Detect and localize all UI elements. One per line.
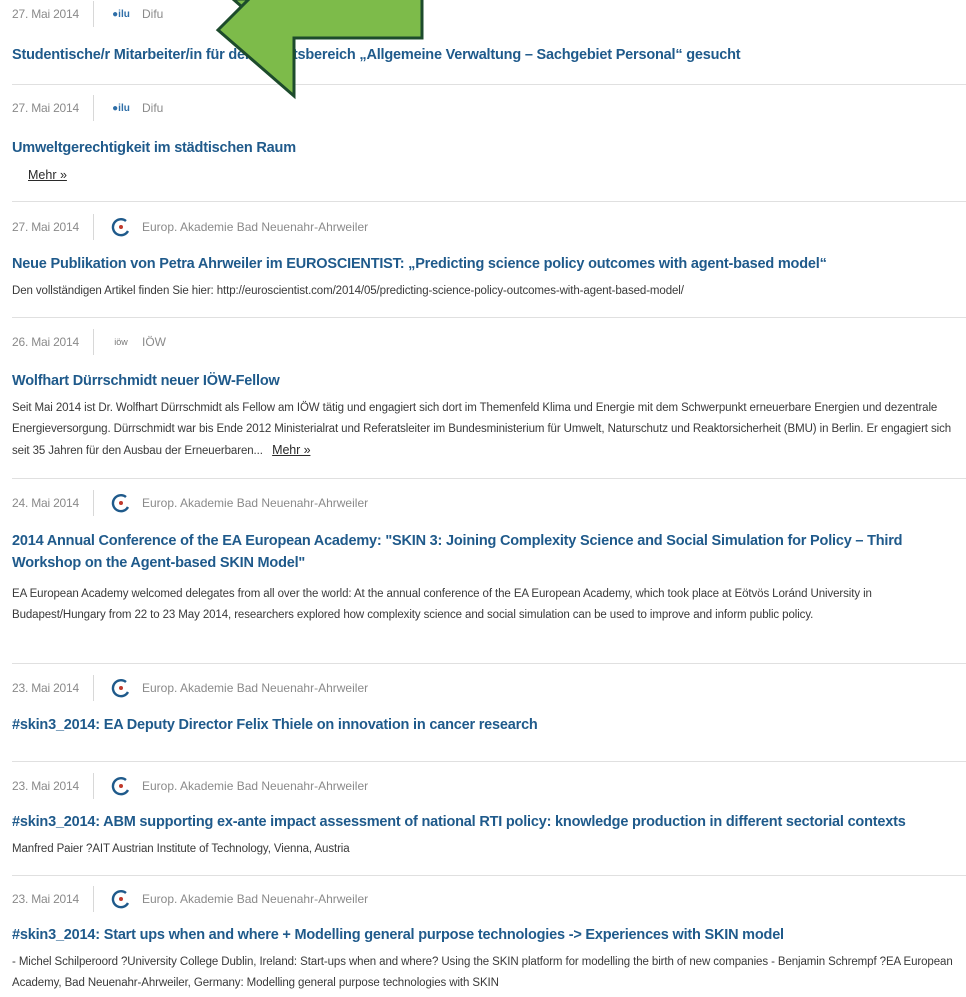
item-date: 26. Mai 2014 [12,335,79,349]
meta-divider [92,214,94,240]
item-title-link[interactable]: Umweltgerechtigkeit im städtischen Raum [12,140,296,156]
item-date: 27. Mai 2014 [12,7,79,21]
difu-logo-icon: ●ilu [112,8,130,20]
ea-logo-icon [110,217,132,237]
item-source: Europ. Akademie Bad Neuenahr-Ahrweiler [141,892,369,906]
item-source: Europ. Akademie Bad Neuenahr-Ahrweiler [141,220,369,234]
item-meta: 27. Mai 2014 Europ. Akademie Bad Neuenah… [12,213,368,241]
item-divider [12,84,966,85]
meta-divider [92,490,94,516]
meta-divider [92,886,94,912]
item-source: Europ. Akademie Bad Neuenahr-Ahrweiler [141,681,369,695]
item-date: 23. Mai 2014 [12,681,79,695]
ea-logo-icon [110,678,132,698]
item-title-link[interactable]: #skin3_2014: Start ups when and where + … [12,927,784,943]
item-divider [12,478,966,479]
item-title-link[interactable]: #skin3_2014: ABM supporting ex-ante impa… [12,814,906,830]
item-divider [12,875,966,876]
ea-logo-icon [110,889,132,909]
item-meta: 23. Mai 2014 Europ. Akademie Bad Neuenah… [12,674,368,702]
item-date: 27. Mai 2014 [12,220,79,234]
item-meta: 23. Mai 2014 Europ. Akademie Bad Neuenah… [12,772,368,800]
ioew-logo-icon: iöw [114,337,128,347]
item-description-text: Seit Mai 2014 ist Dr. Wolfhart Dürrschmi… [12,402,952,457]
item-source: Europ. Akademie Bad Neuenahr-Ahrweiler [141,496,369,510]
item-title-link[interactable]: #skin3_2014: EA Deputy Director Felix Th… [12,717,538,733]
item-date: 23. Mai 2014 [12,779,79,793]
more-link[interactable]: Mehr » [272,443,310,457]
item-title-link[interactable]: 2014 Annual Conference of the EA Europea… [12,530,952,574]
item-title-link[interactable]: Wolfhart Dürrschmidt neuer IÖW-Fellow [12,373,280,389]
ea-logo-icon [110,776,132,796]
item-date: 27. Mai 2014 [12,101,79,115]
item-description: Seit Mai 2014 ist Dr. Wolfhart Dürrschmi… [12,398,957,462]
item-divider [12,761,966,762]
item-divider [12,663,966,664]
difu-logo-icon: ●ilu [112,102,130,114]
item-meta: 26. Mai 2014 iöw IÖW [12,328,166,356]
item-source: Difu [141,101,164,115]
item-description: Den vollständigen Artikel finden Sie hie… [12,285,684,297]
item-date: 24. Mai 2014 [12,496,79,510]
ea-logo-icon [110,493,132,513]
item-source: Europ. Akademie Bad Neuenahr-Ahrweiler [141,779,369,793]
item-title-link[interactable]: Neue Publikation von Petra Ahrweiler im … [12,256,827,272]
item-date: 23. Mai 2014 [12,892,79,906]
item-source: Difu [141,7,164,21]
item-divider [12,201,966,202]
meta-divider [92,773,94,799]
meta-divider [92,95,94,121]
item-meta: 27. Mai 2014 ●ilu Difu [12,0,163,28]
item-divider [12,317,966,318]
pointer-arrow-icon [215,0,424,100]
item-description: Manfred Paier ?AIT Austrian Institute of… [12,843,350,855]
meta-divider [92,675,94,701]
item-meta: 24. Mai 2014 Europ. Akademie Bad Neuenah… [12,489,368,517]
item-description: EA European Academy welcomed delegates f… [12,588,872,621]
meta-divider [92,1,94,27]
item-meta: 27. Mai 2014 ●ilu Difu [12,94,163,122]
item-meta: 23. Mai 2014 Europ. Akademie Bad Neuenah… [12,885,368,913]
more-link[interactable]: Mehr » [28,168,67,182]
item-source: IÖW [141,335,166,349]
item-description: - Michel Schilperoord ?University Colleg… [12,956,953,989]
meta-divider [92,329,94,355]
